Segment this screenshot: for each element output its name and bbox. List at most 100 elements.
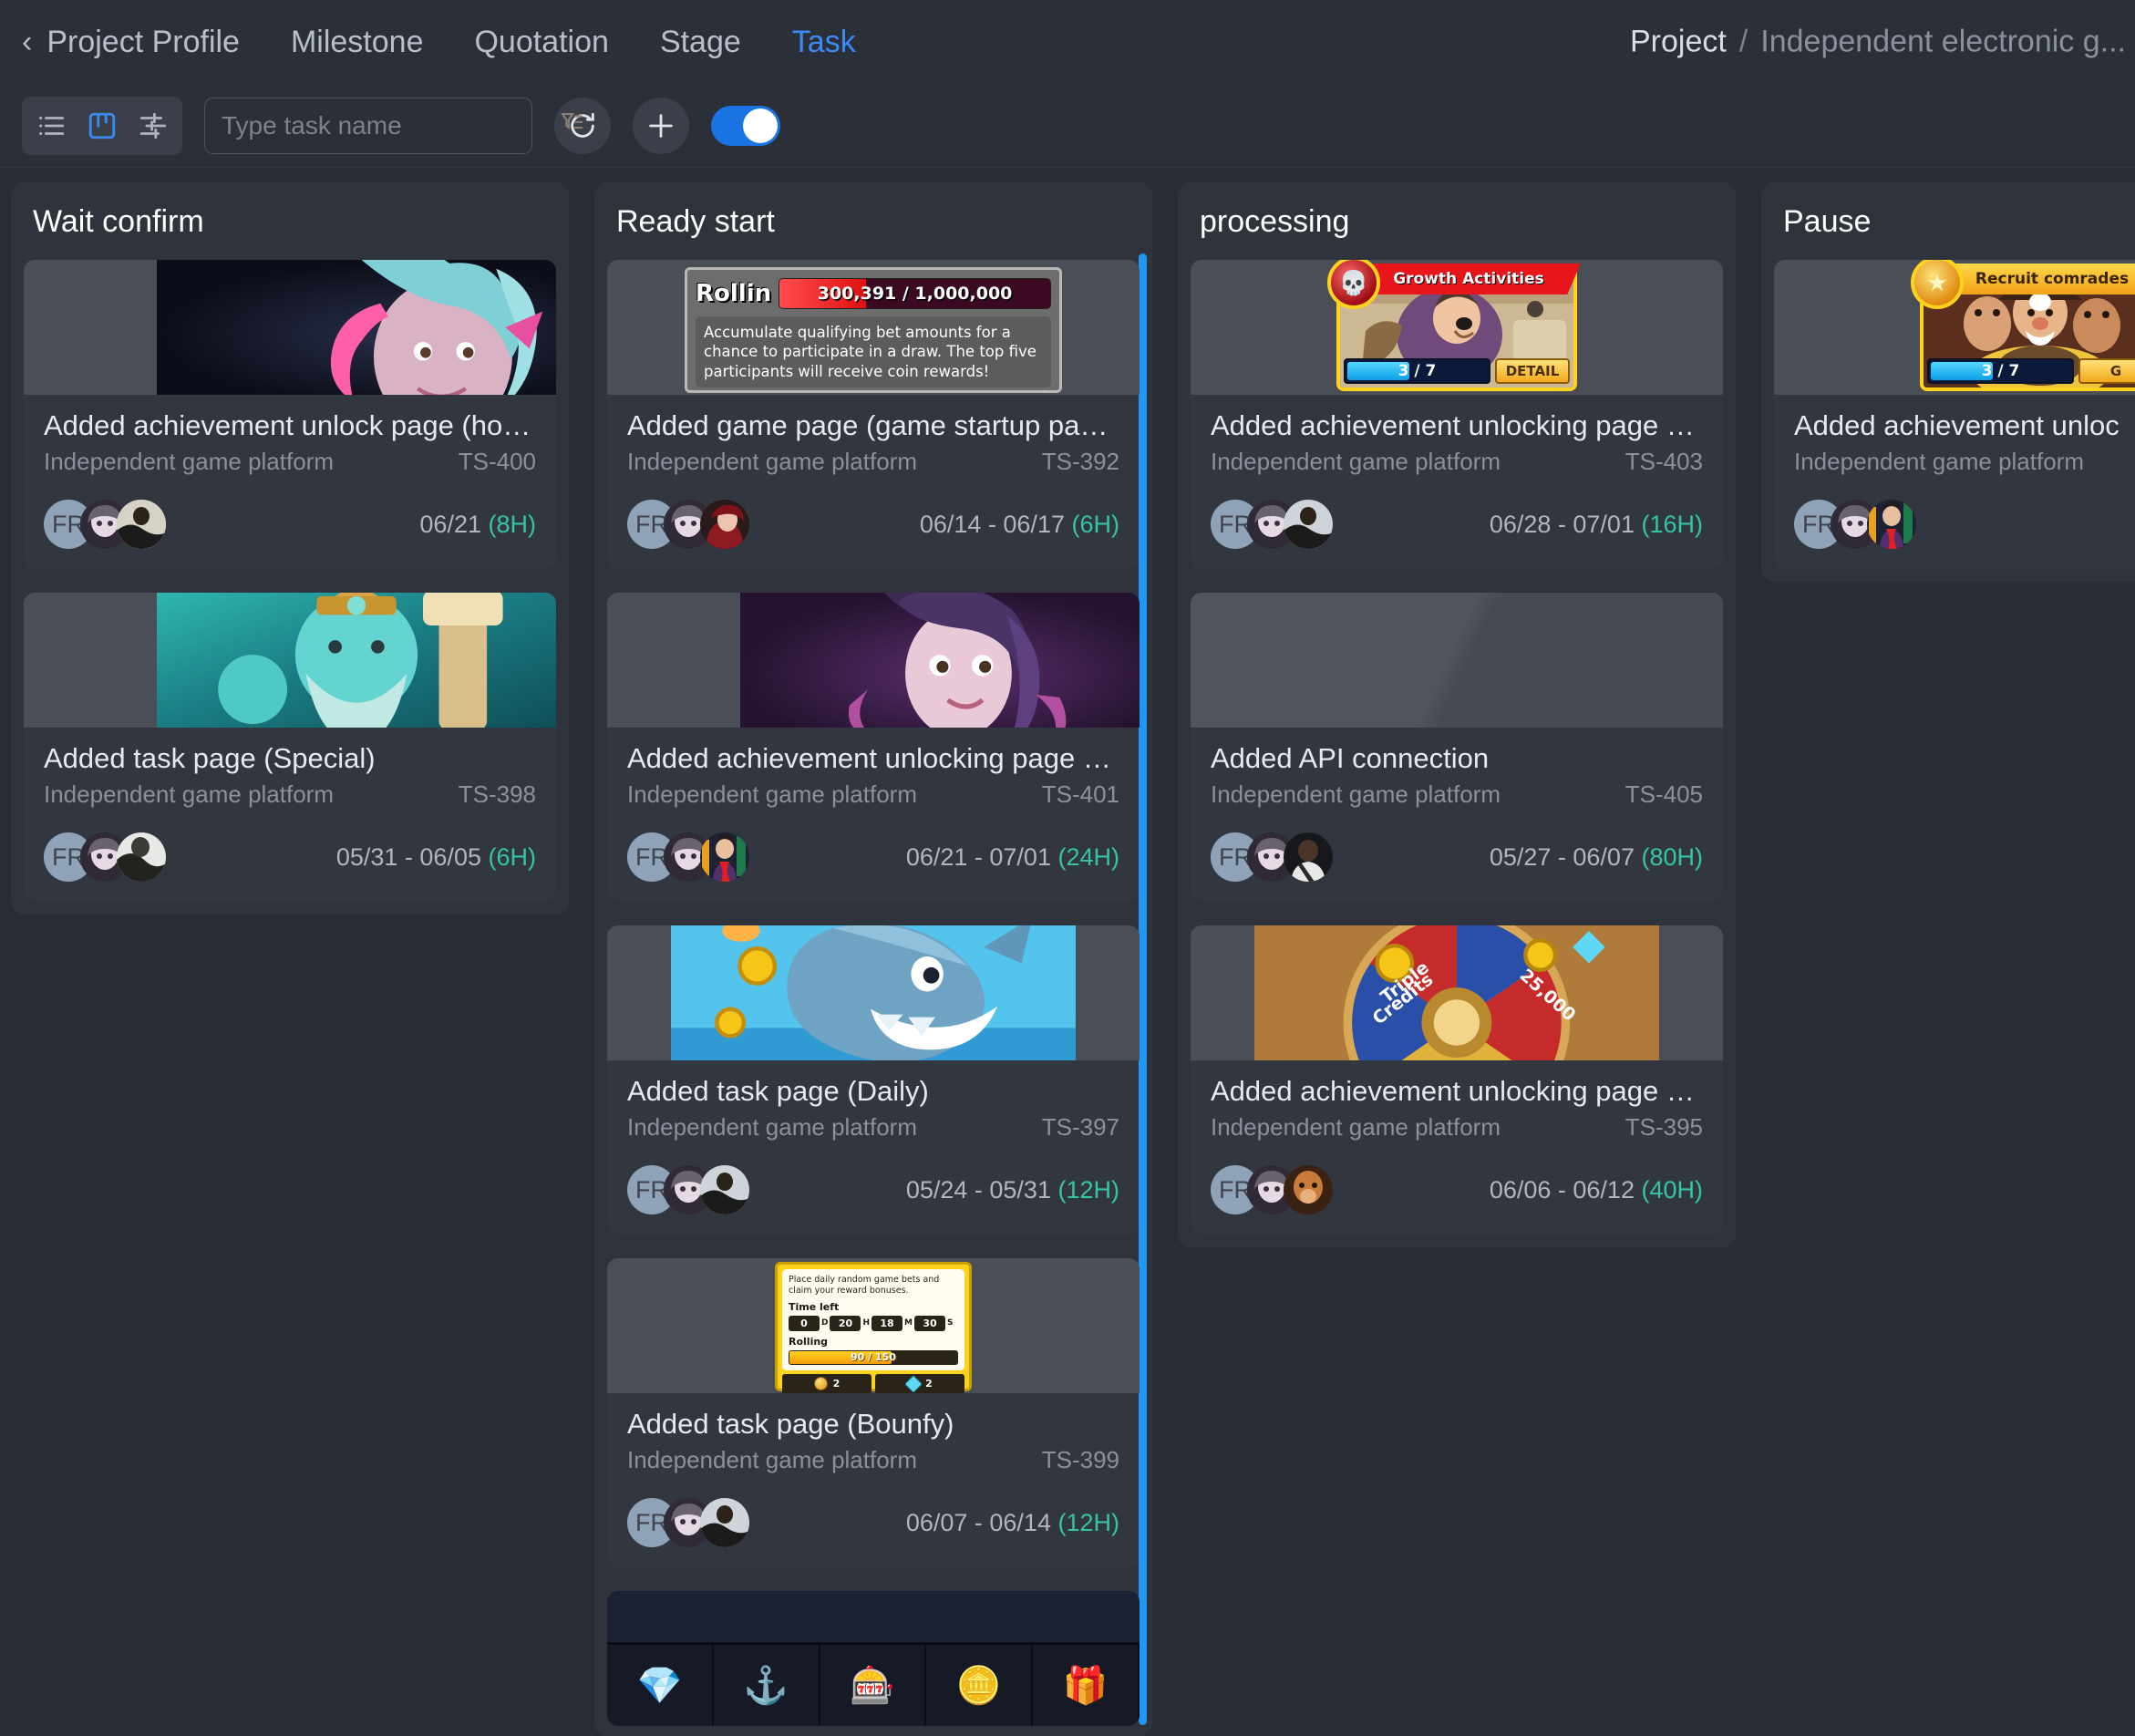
avatar [1867,500,1916,549]
prize-wheel-artwork: Triple Credits 25,000 [1254,925,1659,1060]
card-body: Added API connection Independent game pl… [1191,728,1723,902]
column-title: processing [1191,199,1723,260]
tab-task[interactable]: Task [767,1,882,84]
avatar-group[interactable]: FR [44,832,166,882]
search-input[interactable] [222,111,551,140]
coin-icon [814,1377,828,1390]
rollin-title: Rollin [696,280,771,307]
card-subrow: Independent game platform TS-392 [627,448,1119,476]
avatar-group[interactable]: FR [627,1498,749,1547]
funnel-icon[interactable] [558,109,585,141]
recruit-detail-button[interactable]: G [2078,358,2135,384]
card-artwork [24,260,556,395]
dwarf-artwork [157,593,556,728]
board-column-ready-start: Ready start Rollin 300,391 / 1,000,000 A… [594,182,1152,1736]
column-title: Wait confirm [24,199,556,260]
search-input-wrapper[interactable] [204,98,532,154]
avatar-group[interactable]: FR [1211,500,1333,549]
bounfy-description: Place daily random game bets and claim y… [789,1275,958,1297]
card-title: Added task page (Bounfy) [627,1408,1119,1441]
card-code: TS-400 [459,448,536,476]
board-view-button[interactable] [78,102,126,150]
card-title: Added achievement unloc [1794,409,2135,442]
card-footer: FR 06/28 - 07/01 (16H) [1211,500,1703,549]
card-hours: (40H) [1641,1176,1703,1204]
slot-cell: 💎 [607,1645,714,1726]
card-artwork [607,593,1140,728]
task-card[interactable]: 💎 ⚓ 🎰 🪙 🎁 [607,1591,1140,1726]
card-hours: (80H) [1641,843,1703,871]
card-footer: FR [1794,500,2135,549]
card-project: Independent game platform [44,780,334,809]
avatar-group[interactable]: FR [44,500,166,549]
breadcrumb-root[interactable]: Project [1630,25,1727,60]
avatar-group[interactable]: FR [1211,832,1333,882]
card-project: Independent game platform [627,1446,917,1474]
task-card[interactable]: Added task page (Daily) Independent game… [607,925,1140,1235]
task-card[interactable]: 💀 Growth Activities 3 / 7 DETAIL Added a… [1191,260,1723,569]
card-date: 05/24 - 05/31 (12H) [906,1176,1119,1204]
avatar-group[interactable]: FR [627,832,749,882]
card-artwork [24,593,556,728]
card-date: 05/31 - 06/05 (6H) [336,843,536,872]
task-card[interactable]: ★ Recruit comrades 3 / 7 G Added achieve… [1774,260,2135,569]
task-card[interactable]: Rollin 300,391 / 1,000,000 Accumulate qu… [607,260,1140,569]
task-card[interactable]: Added task page (Special) Independent ga… [24,593,556,902]
card-code: TS-392 [1042,448,1119,476]
list-view-button[interactable] [27,102,75,150]
task-card[interactable]: Added achievement unlocking page (ac... … [607,593,1140,902]
activity-detail-button[interactable]: DETAIL [1495,358,1570,384]
rollin-progress: 300,391 / 1,000,000 [818,284,1013,304]
card-hours: (12H) [1057,1509,1119,1536]
card-project: Independent game platform [44,448,334,476]
tab-milestone[interactable]: Milestone [265,1,449,84]
bounfy-time-label: Time left [789,1301,958,1313]
task-card[interactable]: Added API connection Independent game pl… [1191,593,1723,902]
card-project: Independent game platform [1211,448,1501,476]
breadcrumb-leaf: Independent electronic g... [1760,25,2126,60]
avatar-group[interactable]: FR [1794,500,1916,549]
add-task-button[interactable] [633,98,689,154]
tab-project-profile[interactable]: Project Profile [46,1,265,84]
card-code: TS-403 [1625,448,1703,476]
tab-stage[interactable]: Stage [634,1,767,84]
card-code: TS-398 [459,780,536,809]
column-cards: 💀 Growth Activities 3 / 7 DETAIL Added a… [1191,260,1723,1235]
avatar-group[interactable]: FR [627,500,749,549]
task-card[interactable]: Triple Credits 25,000 Added achievement … [1191,925,1723,1235]
slot-cell: 🎰 [820,1645,927,1726]
tab-quotation[interactable]: Quotation [449,1,634,84]
activity-ribbon-label: Growth Activities [1356,264,1581,294]
bounfy-seconds-unit: S [947,1318,953,1328]
card-title: Added achievement unlocking page (in... [1211,409,1703,442]
avatar [117,500,166,549]
column-scrollbar[interactable] [1139,253,1147,1725]
card-title: Added API connection [1211,742,1703,775]
card-project: Independent game platform [1794,448,2084,476]
task-card[interactable]: Place daily random game bets and claim y… [607,1258,1140,1567]
slot-cell: 🎁 [1033,1645,1140,1726]
breadcrumb: Project / Independent electronic g... [1630,25,2126,60]
view-toggle-switch[interactable] [711,106,780,146]
avatar-group[interactable]: FR [627,1165,749,1214]
card-subrow: Independent game platform TS-401 [627,780,1119,809]
card-hours: (6H) [489,843,537,871]
avatar [700,500,749,549]
chevron-left-icon[interactable]: ‹ [22,26,32,57]
card-footer: FR 05/27 - 06/07 (80H) [1211,832,1703,882]
avatar [1284,1165,1333,1214]
board-column-processing: processing [1178,182,1736,1247]
card-date: 06/06 - 06/12 (40H) [1490,1176,1703,1204]
card-footer: FR 06/14 - 06/17 (6H) [627,500,1119,549]
avatar-group[interactable]: FR [1211,1165,1333,1214]
bounfy-minutes-unit: M [904,1318,913,1328]
card-hours: (24H) [1057,843,1119,871]
nav-tabs: Project Profile Milestone Quotation Stag… [46,1,881,84]
task-card[interactable]: Added achievement unlock page (home... I… [24,260,556,569]
card-project: Independent game platform [1211,1113,1501,1142]
bounfy-rolling-progress: 90 / 150 [851,1351,896,1363]
gantt-view-button[interactable] [129,102,177,150]
card-date: 05/27 - 06/07 (80H) [1490,843,1703,872]
card-body: Added task page (Special) Independent ga… [24,728,556,902]
card-footer: FR 06/21 - 07/01 (24H) [627,832,1119,882]
